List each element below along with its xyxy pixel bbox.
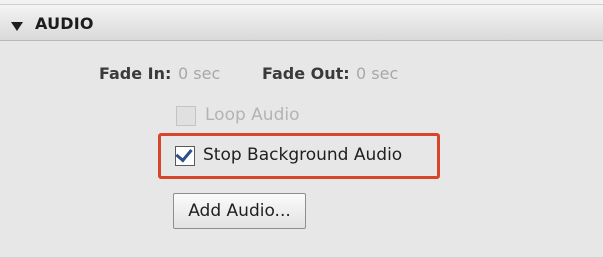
checkmark-icon	[175, 144, 193, 163]
loop-audio-label: Loop Audio	[205, 105, 300, 125]
loop-audio-checkbox[interactable]	[176, 106, 196, 126]
fade-in-value[interactable]: 0 sec	[178, 64, 220, 83]
audio-panel: AUDIO Fade In: 0 sec Fade Out: 0 sec Loo…	[0, 0, 603, 258]
stop-background-audio-label: Stop Background Audio	[203, 145, 403, 165]
add-audio-button[interactable]: Add Audio...	[173, 193, 306, 229]
section-title: AUDIO	[35, 14, 94, 33]
stop-background-audio-checkbox[interactable]	[175, 144, 195, 166]
fade-out-value[interactable]: 0 sec	[356, 64, 398, 83]
fade-in-label: Fade In:	[99, 64, 172, 83]
audio-section-header[interactable]: AUDIO	[0, 4, 603, 41]
collapse-triangle-icon[interactable]	[11, 22, 23, 31]
fade-out-label: Fade Out:	[262, 64, 350, 83]
